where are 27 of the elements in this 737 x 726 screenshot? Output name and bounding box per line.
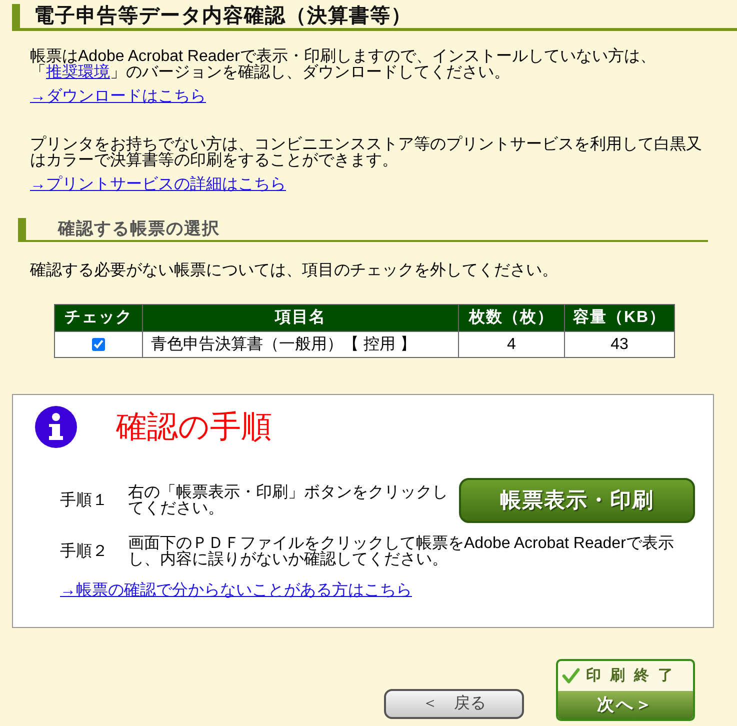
info-icon (35, 406, 77, 448)
column-header: 容量（KB） (564, 304, 674, 332)
recommended-environment-link[interactable]: 推奨環境 (46, 64, 110, 81)
check-icon (562, 668, 580, 684)
page-title: 電子申告等データ内容確認（決算書等） (12, 4, 416, 28)
download-link[interactable]: →ダウンロードはこちら (30, 88, 206, 106)
print-finished-next-button[interactable]: 印刷終了 次へ＞ (556, 659, 695, 721)
procedure-heading: 確認の手順 (116, 408, 272, 446)
step-label: 手順２ (60, 544, 109, 560)
help-link[interactable]: →帳票の確認で分からないことがある方はこちら (60, 582, 412, 600)
table-cell: 43 (564, 332, 674, 358)
notice-text: プリンタをお持ちでない方は、コンビニエンスストア等のプリントサービスを利用して白黒又はカラーで決算書等の印刷をすることができます。 (30, 137, 703, 169)
column-header: チェック (54, 304, 142, 332)
notice-text: 帳票はAdobe Acrobat Readerで表示・印刷しますので、インストールしていない方は、「推奨環境」のバージョンを確認し、ダウンロードしてください。 (30, 49, 657, 81)
checkbox[interactable] (92, 338, 105, 351)
section-heading: 確認する帳票の選択 (18, 218, 224, 240)
step-label: 手順１ (60, 492, 109, 508)
table-cell: 青色申告決算書（一般用）【 控用 】 (142, 332, 458, 358)
step-text: 画面下のＰＤＦファイルをクリックして帳票をAdobe Acrobat Readerで表示し、内容に誤りがないか確認してください。 (128, 536, 675, 568)
table-cell: 4 (458, 332, 564, 358)
instruction-text: 確認する必要がない帳票については、項目のチェックを外してください。 (30, 262, 558, 279)
back-button[interactable]: ＜ 戻る (384, 689, 524, 719)
print-button[interactable]: 帳票表示・印刷 (459, 478, 695, 523)
column-header: 枚数（枚） (458, 304, 564, 332)
column-header: 項目名 (142, 304, 458, 332)
step-text: 右の「帳票表示・印刷」ボタンをクリックしてください。 (128, 484, 449, 516)
print-service-link[interactable]: →プリントサービスの詳細はこちら (30, 176, 286, 194)
